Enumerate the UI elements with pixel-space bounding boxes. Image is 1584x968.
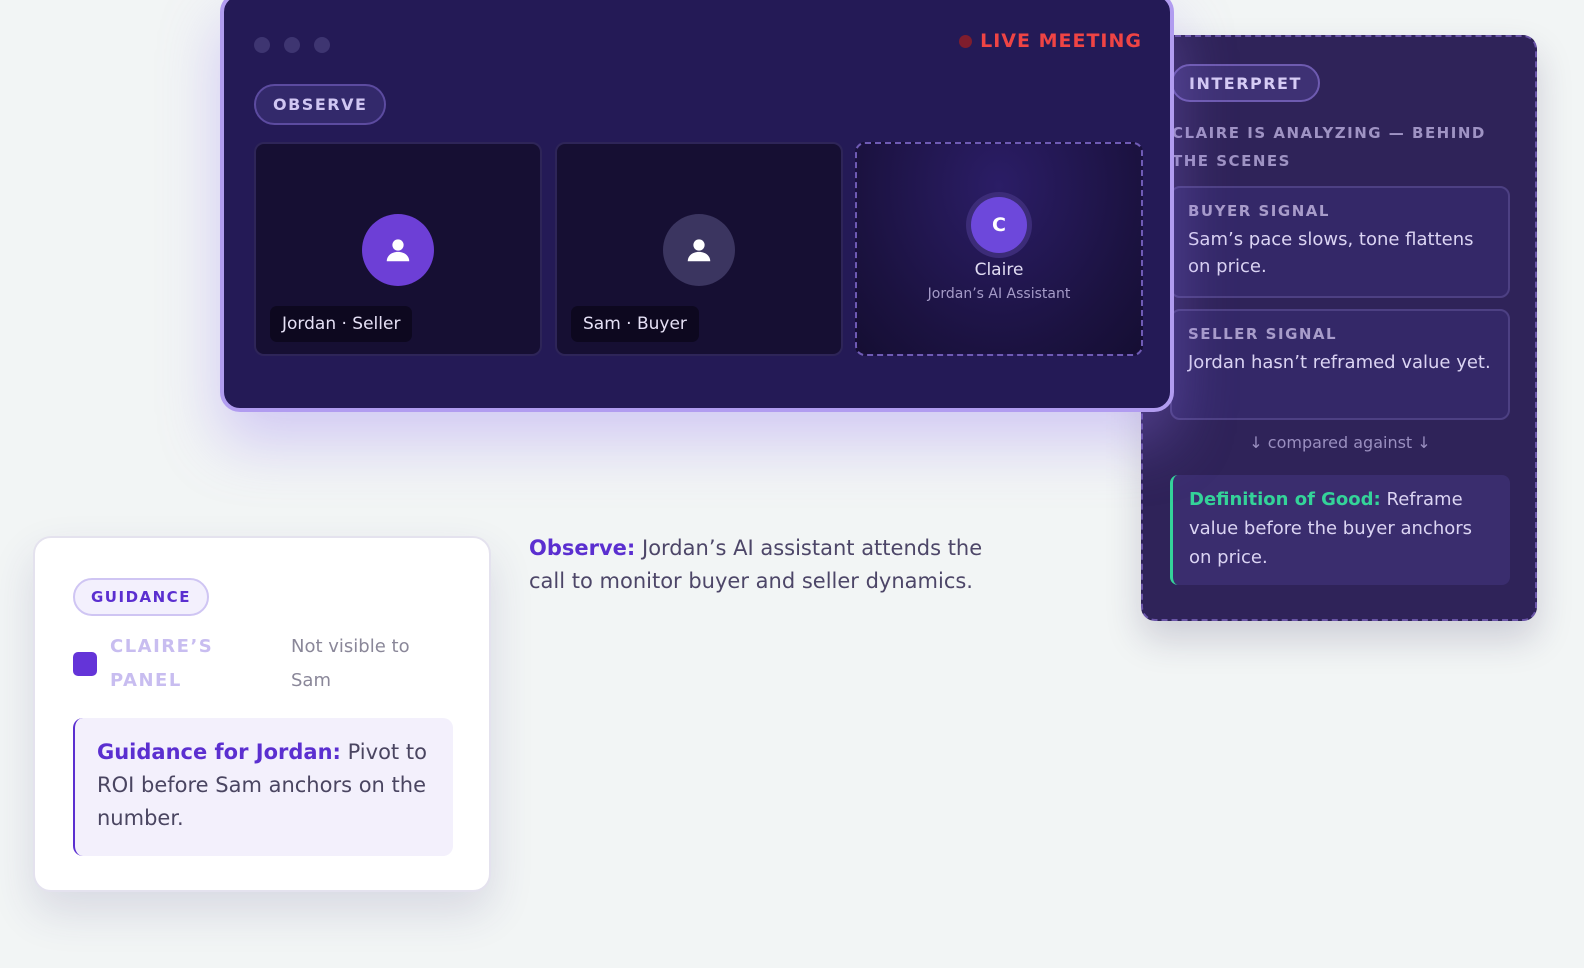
visibility-note: Not visible to Sam [291,636,410,691]
participant-tile-jordan[interactable]: Jordan · Seller [254,142,542,356]
guidance-pill: GUIDANCE [73,578,209,616]
live-status: LIVE MEETING [959,30,1142,52]
seller-signal-title: SELLER SIGNAL [1188,325,1338,343]
guidance-card: GUIDANCE CLAIRE’S PANEL Not visible to S… [33,536,491,892]
guidance-message-label: Guidance for Jordan: [97,740,341,764]
interpret-pill: INTERPRET [1171,64,1320,102]
observe-caption: Observe: Jordan’s AI assistant attends t… [529,532,989,598]
window-controls [254,37,330,53]
compared-against-label: ↓ compared against ↓ [1249,433,1431,452]
observe-pill: OBSERVE [254,84,387,125]
assistant-name: Claire [974,260,1024,280]
seller-signal-text: Jordan hasn’t reframed value yet. [1188,352,1491,373]
buyer-signal-title: BUYER SIGNAL [1188,202,1330,220]
live-status-label: LIVE MEETING [980,30,1142,52]
window-maximize-dot[interactable] [314,37,330,53]
user-avatar-icon [663,214,735,286]
interpret-panel: INTERPRET Claire is analyzing — behind t… [1141,35,1537,621]
assistant-initial: C [971,197,1027,253]
record-dot-icon [959,34,973,48]
user-avatar-icon [362,214,434,286]
buyer-signal-text: Sam’s pace slows, tone flattens on price… [1188,229,1474,277]
panel-color-swatch [73,652,97,676]
definition-of-good-label: Definition of Good: [1189,489,1381,510]
live-meeting-window: LIVE MEETING OBSERVE Jordan · Seller Sam… [220,0,1174,412]
seller-signal-card: SELLER SIGNAL Jordan hasn’t reframed val… [1170,309,1510,420]
participant-name-tag: Jordan · Seller [270,306,413,342]
participant-tile-sam[interactable]: Sam · Buyer [555,142,843,356]
interpret-caption: Claire is analyzing — behind the scenes [1172,124,1486,170]
window-close-dot[interactable] [254,37,270,53]
definition-of-good-card: Definition of Good: Reframe value before… [1170,475,1510,585]
claire-panel-row: CLAIRE’S PANEL Not visible to Sam [73,630,473,700]
guidance-message: Guidance for Jordan: Pivot to ROI before… [73,718,453,856]
buyer-signal-card: BUYER SIGNAL Sam’s pace slows, tone flat… [1170,186,1510,298]
assistant-tile-claire[interactable]: C Claire Jordan’s AI Assistant [855,142,1143,356]
window-minimize-dot[interactable] [284,37,300,53]
observe-caption-label: Observe: [529,536,636,560]
assistant-avatar: C [966,192,1032,258]
claire-panel-label: CLAIRE’S PANEL [110,636,214,691]
assistant-subtitle: Jordan’s AI Assistant [927,286,1071,302]
participant-name-tag: Sam · Buyer [571,306,699,342]
